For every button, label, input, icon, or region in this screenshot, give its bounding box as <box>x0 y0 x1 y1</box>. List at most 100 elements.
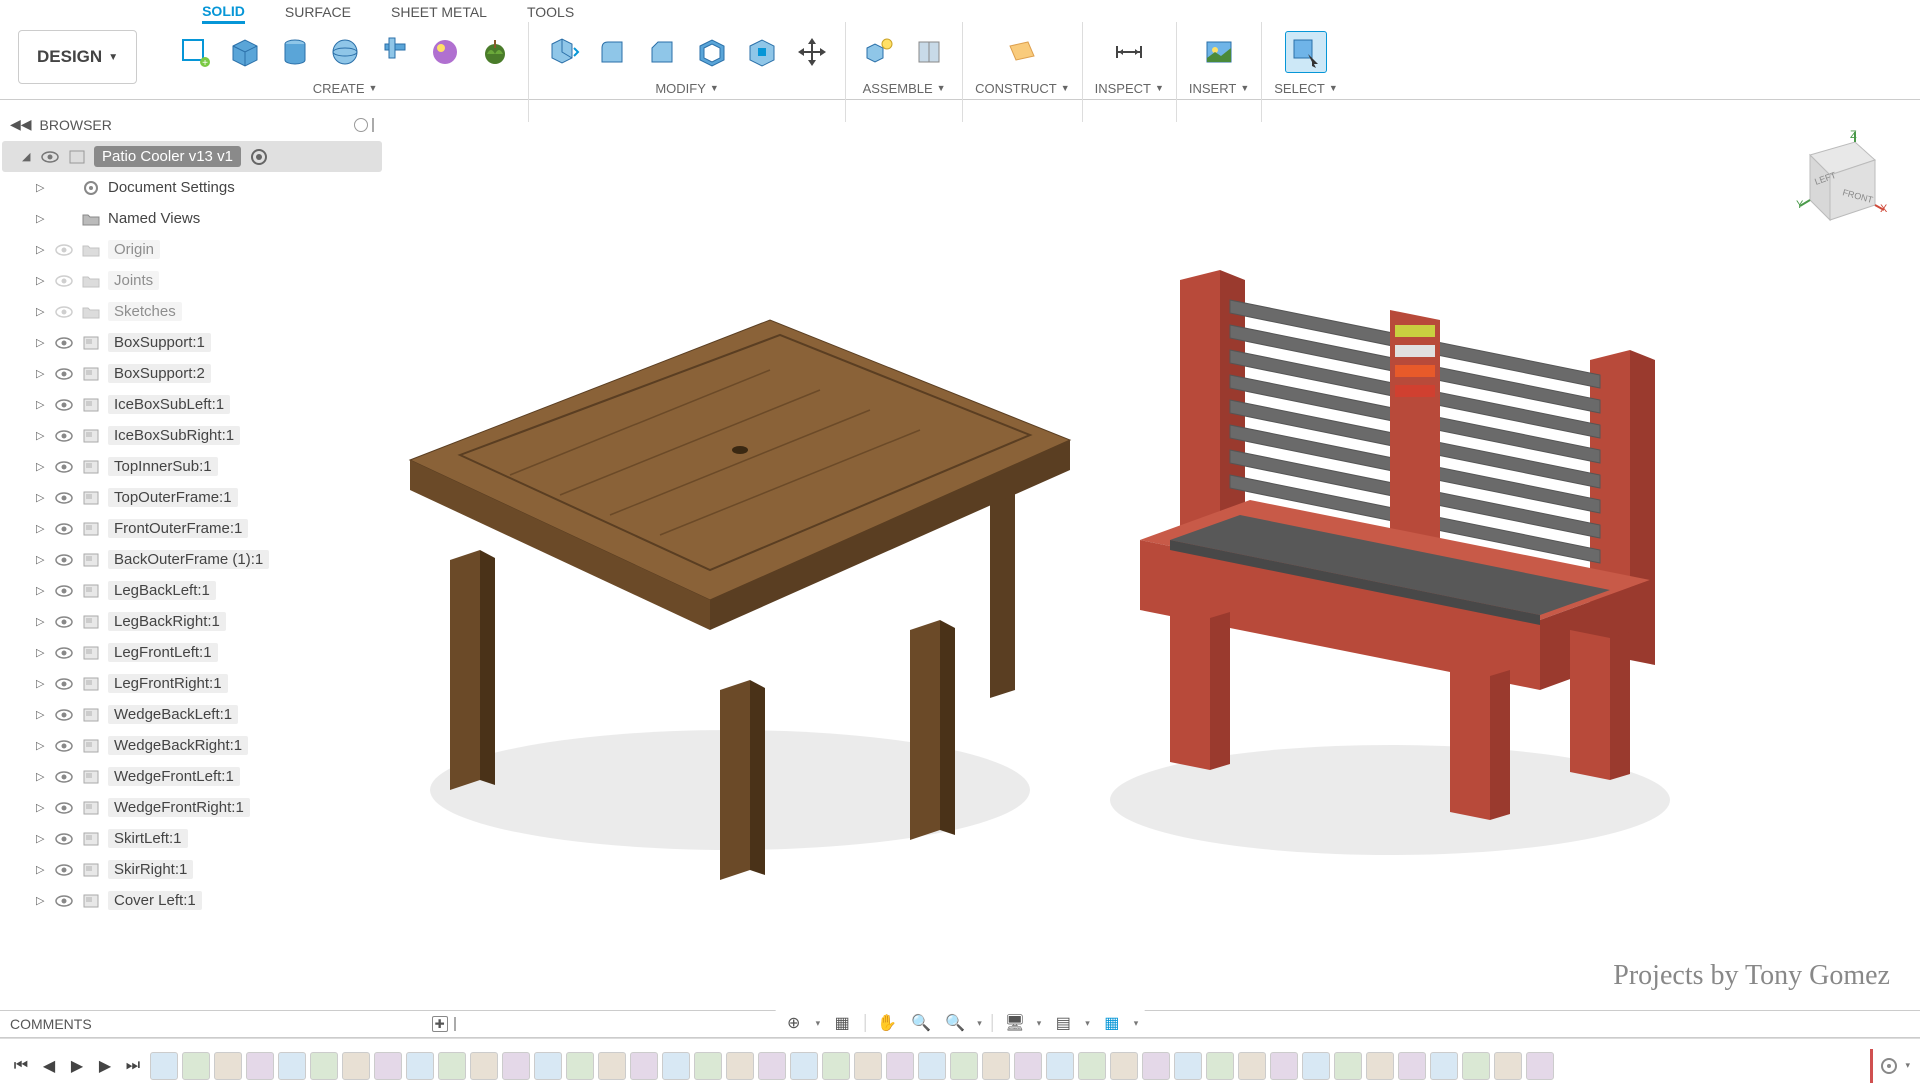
timeline-feature[interactable] <box>502 1052 530 1080</box>
visibility-icon[interactable] <box>54 273 74 289</box>
chamfer-icon[interactable] <box>641 31 683 73</box>
visibility-icon[interactable] <box>54 521 74 537</box>
timeline-feature[interactable] <box>438 1052 466 1080</box>
tree-item[interactable]: ▷TopInnerSub:1 <box>2 451 382 482</box>
viewport-icon[interactable]: ▦ <box>1100 1012 1124 1034</box>
coil-icon[interactable] <box>424 31 466 73</box>
press-pull-icon[interactable] <box>541 31 583 73</box>
tree-item[interactable]: ▷Named Views <box>2 203 382 234</box>
as-built-joint-icon[interactable] <box>908 31 950 73</box>
timeline-feature[interactable] <box>1334 1052 1362 1080</box>
visibility-icon[interactable] <box>40 149 60 165</box>
tab-solid[interactable]: SOLID <box>202 1 245 24</box>
timeline-feature[interactable] <box>1430 1052 1458 1080</box>
tree-item[interactable]: ▷TopOuterFrame:1 <box>2 482 382 513</box>
tree-item[interactable]: ▷WedgeFrontRight:1 <box>2 792 382 823</box>
timeline-feature[interactable] <box>1494 1052 1522 1080</box>
visibility-icon[interactable] <box>54 862 74 878</box>
timeline-feature[interactable] <box>630 1052 658 1080</box>
timeline-feature[interactable] <box>278 1052 306 1080</box>
visibility-icon[interactable] <box>54 366 74 382</box>
expand-icon[interactable]: ▷ <box>36 770 48 783</box>
timeline-feature[interactable] <box>662 1052 690 1080</box>
visibility-icon[interactable] <box>54 738 74 754</box>
view-cube[interactable]: LEFT FRONT Z Y X <box>1780 130 1890 240</box>
tree-item[interactable]: ▷LegFrontLeft:1 <box>2 637 382 668</box>
tree-item[interactable]: ▷BoxSupport:2 <box>2 358 382 389</box>
tree-item[interactable]: ▷WedgeBackLeft:1 <box>2 699 382 730</box>
sketch-icon[interactable]: + <box>174 31 216 73</box>
timeline-feature[interactable] <box>726 1052 754 1080</box>
tree-item[interactable]: ▷Cover Left:1 <box>2 885 382 916</box>
look-at-icon[interactable]: ▦ <box>830 1012 854 1034</box>
timeline-feature[interactable] <box>886 1052 914 1080</box>
expand-icon[interactable]: ▷ <box>36 398 48 411</box>
timeline-feature[interactable] <box>566 1052 594 1080</box>
timeline-feature[interactable] <box>694 1052 722 1080</box>
tree-root[interactable]: ◢ Patio Cooler v13 v1 <box>2 141 382 172</box>
assemble-label[interactable]: ASSEMBLE <box>863 78 946 98</box>
timeline-feature[interactable] <box>1366 1052 1394 1080</box>
cylinder-icon[interactable] <box>274 31 316 73</box>
tree-item[interactable]: ▷SkirRight:1 <box>2 854 382 885</box>
browser-pin-icon[interactable] <box>354 118 368 132</box>
timeline-start-icon[interactable]: ⏮ <box>10 1055 32 1077</box>
box-icon[interactable] <box>224 31 266 73</box>
select-icon[interactable] <box>1285 31 1327 73</box>
inspect-label[interactable]: INSPECT <box>1095 78 1164 98</box>
grid-icon[interactable]: ▤ <box>1051 1012 1075 1034</box>
expand-icon[interactable]: ▷ <box>36 863 48 876</box>
zoom-window-icon[interactable]: 🔍 <box>943 1012 967 1034</box>
measure-icon[interactable] <box>1108 31 1150 73</box>
tree-item[interactable]: ▷Origin <box>2 234 382 265</box>
expand-icon[interactable]: ▷ <box>36 522 48 535</box>
visibility-icon[interactable] <box>54 304 74 320</box>
construct-label[interactable]: CONSTRUCT <box>975 78 1070 98</box>
create-label[interactable]: CREATE <box>313 78 378 98</box>
timeline-feature[interactable] <box>182 1052 210 1080</box>
timeline-feature[interactable] <box>1270 1052 1298 1080</box>
model-viewport[interactable] <box>350 230 1810 930</box>
activate-radio-icon[interactable] <box>251 149 267 165</box>
expand-icon[interactable]: ▷ <box>36 832 48 845</box>
timeline-feature[interactable] <box>310 1052 338 1080</box>
insert-label[interactable]: INSERT <box>1189 78 1249 98</box>
timeline-feature[interactable] <box>374 1052 402 1080</box>
timeline-feature[interactable] <box>246 1052 274 1080</box>
timeline-feature[interactable] <box>1142 1052 1170 1080</box>
timeline-feature[interactable] <box>342 1052 370 1080</box>
tree-item[interactable]: ▷WedgeFrontLeft:1 <box>2 761 382 792</box>
tree-item[interactable]: ▷LegBackLeft:1 <box>2 575 382 606</box>
timeline-feature[interactable] <box>470 1052 498 1080</box>
tree-item[interactable]: ▷FrontOuterFrame:1 <box>2 513 382 544</box>
timeline-play-icon[interactable]: ▶ <box>66 1055 88 1077</box>
timeline-prev-icon[interactable]: ◀ <box>38 1055 60 1077</box>
visibility-icon[interactable] <box>54 614 74 630</box>
timeline-feature[interactable] <box>1174 1052 1202 1080</box>
timeline-next-icon[interactable]: ▶ <box>94 1055 116 1077</box>
visibility-icon[interactable] <box>54 242 74 258</box>
add-comment-icon[interactable]: ✚ <box>432 1016 448 1032</box>
pan-icon[interactable]: ✋ <box>875 1012 899 1034</box>
expand-icon[interactable]: ◢ <box>22 150 34 163</box>
timeline-feature[interactable] <box>918 1052 946 1080</box>
expand-icon[interactable]: ▷ <box>36 584 48 597</box>
expand-icon[interactable]: ▷ <box>36 646 48 659</box>
visibility-icon[interactable] <box>54 335 74 351</box>
expand-icon[interactable]: ▷ <box>36 181 48 194</box>
tree-item[interactable]: ▷IceBoxSubLeft:1 <box>2 389 382 420</box>
timeline-feature[interactable] <box>982 1052 1010 1080</box>
tree-item[interactable]: ▷LegBackRight:1 <box>2 606 382 637</box>
tree-item[interactable]: ▷Document Settings <box>2 172 382 203</box>
visibility-icon[interactable] <box>54 676 74 692</box>
display-icon[interactable]: 🖥 <box>1003 1012 1027 1034</box>
timeline-feature[interactable] <box>822 1052 850 1080</box>
timeline-feature[interactable] <box>1206 1052 1234 1080</box>
expand-icon[interactable]: ▷ <box>36 460 48 473</box>
tree-item[interactable]: ▷LegFrontRight:1 <box>2 668 382 699</box>
expand-icon[interactable]: ▷ <box>36 894 48 907</box>
plane-icon[interactable] <box>1001 31 1043 73</box>
sphere-icon[interactable] <box>324 31 366 73</box>
timeline-feature[interactable] <box>1398 1052 1426 1080</box>
fillet-icon[interactable] <box>591 31 633 73</box>
